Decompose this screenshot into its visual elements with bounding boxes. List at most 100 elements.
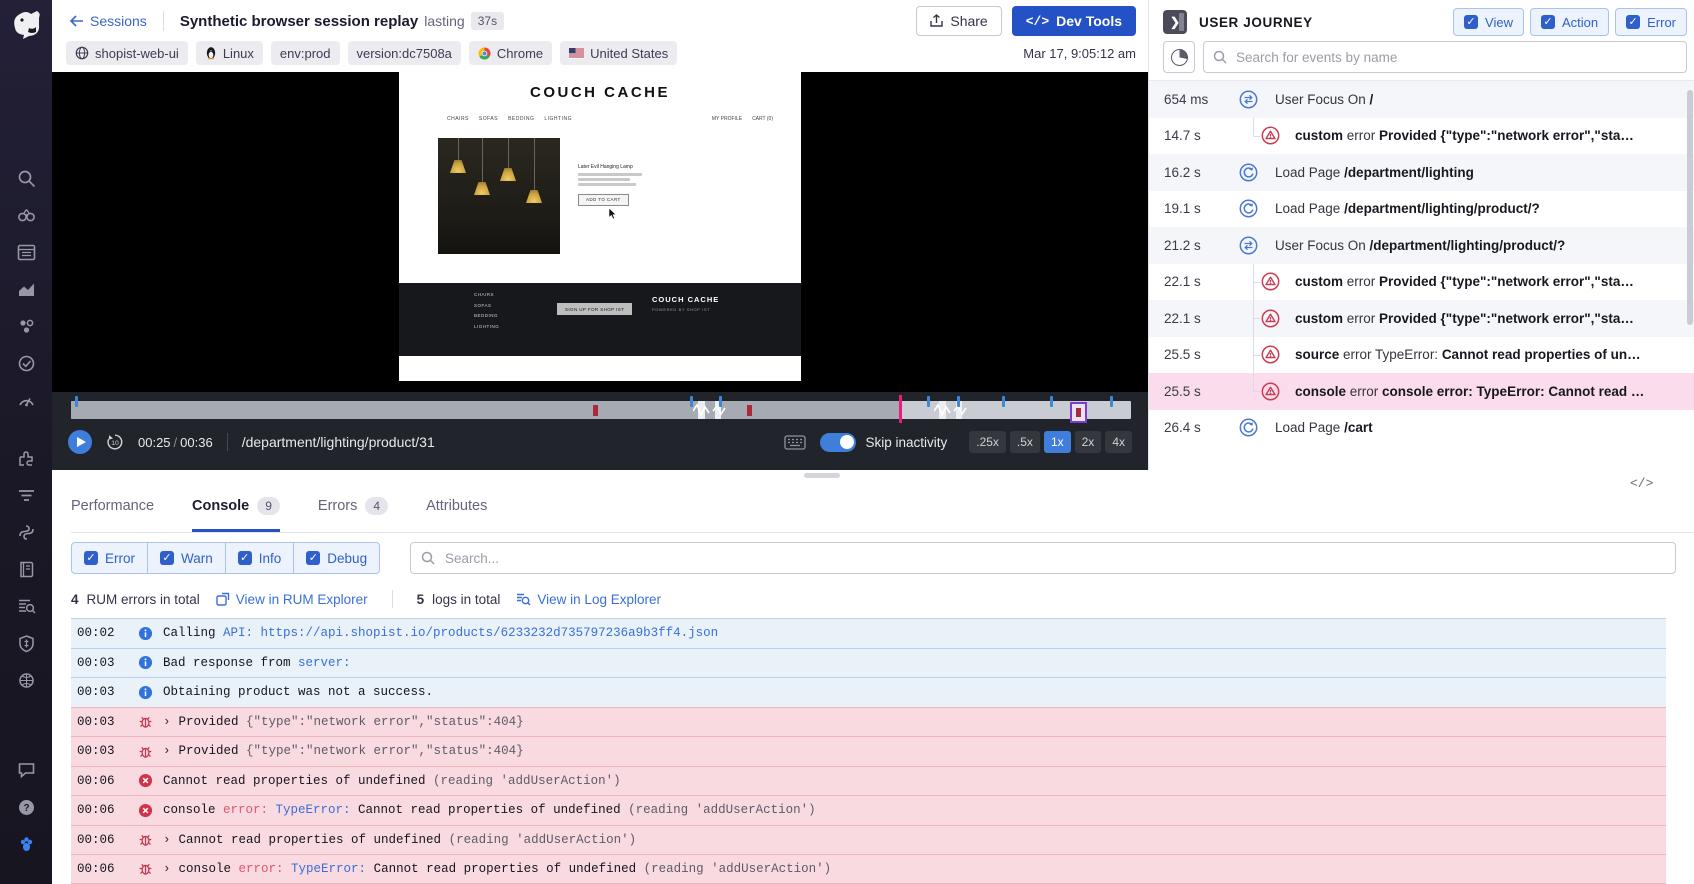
console-log-row[interactable]: 00:03Bad response from server:	[71, 648, 1666, 678]
site-nav-link[interactable]: LIGHTING	[544, 116, 572, 122]
sidebar-item-metrics-icon[interactable]	[8, 271, 44, 307]
timeline-event-tick[interactable]	[75, 396, 78, 407]
journey-search-input[interactable]	[1234, 49, 1677, 66]
timeline-event-tick[interactable]	[690, 396, 693, 407]
sidebar-item-traces-icon[interactable]	[8, 477, 44, 513]
journey-event-row[interactable]: 19.1 sLoad Page /department/lighting/pro…	[1149, 191, 1694, 228]
sidebar-item-bits-ai-icon[interactable]	[8, 826, 44, 862]
sidebar-item-notebooks-icon[interactable]	[8, 551, 44, 587]
expand-caret-icon[interactable]: ›	[163, 715, 171, 729]
footer-signup-button[interactable]: SIGN UP FOR SHOP IST	[557, 303, 632, 315]
log-filter-warn[interactable]: ✓Warn	[148, 543, 226, 573]
site-footer-link[interactable]: CHAIRS	[474, 292, 499, 297]
add-to-cart-button[interactable]: ADD TO CART	[578, 194, 629, 206]
tab-console[interactable]: Console9	[192, 480, 280, 532]
sidebar-item-search-icon[interactable]	[8, 160, 44, 196]
sidebar-item-apm-icon[interactable]	[8, 514, 44, 550]
journey-filter-error[interactable]: ✓Error	[1615, 8, 1687, 36]
sidebar-item-help-icon[interactable]: ?	[8, 789, 44, 825]
site-nav-link[interactable]: BEDDING	[508, 116, 534, 122]
speed-4x-button[interactable]: 4x	[1105, 431, 1132, 453]
journey-event-row[interactable]: 25.5 ssource error TypeError: Cannot rea…	[1149, 337, 1694, 374]
session-tag[interactable]: version:dc7508a	[348, 41, 461, 65]
sidebar-item-dashboards-icon[interactable]	[8, 234, 44, 270]
journey-scrollbar[interactable]	[1687, 90, 1693, 325]
sidebar-item-synthetics-icon[interactable]	[8, 345, 44, 381]
site-nav-link[interactable]: MY PROFILE	[712, 116, 742, 122]
sidebar-item-log-explorer-icon[interactable]	[8, 588, 44, 624]
speed-2x-button[interactable]: 2x	[1075, 431, 1102, 453]
keyboard-shortcuts-icon[interactable]	[784, 434, 806, 450]
speed-25x-button[interactable]: .25x	[969, 431, 1006, 453]
tab-performance[interactable]: Performance	[71, 480, 154, 532]
checkbox-checked-icon[interactable]: ✓	[1541, 15, 1555, 29]
journey-search[interactable]	[1203, 41, 1687, 73]
journey-event-row[interactable]: 654 msUser Focus On /	[1149, 81, 1694, 118]
timeline-playhead[interactable]	[899, 395, 902, 423]
log-filter-debug[interactable]: ✓Debug	[294, 543, 379, 573]
journey-event-row[interactable]: 25.5 sconsole error console error: TypeE…	[1149, 373, 1694, 410]
timeline-selected-error-marker[interactable]	[1070, 402, 1087, 423]
timeline-event-tick[interactable]	[719, 396, 722, 407]
back-to-sessions-link[interactable]: Sessions	[70, 13, 147, 29]
checkbox-checked-icon[interactable]: ✓	[306, 551, 320, 565]
datadog-logo-icon[interactable]	[9, 8, 43, 42]
timeline-error-marker[interactable]	[747, 405, 752, 416]
log-filter-error[interactable]: ✓Error	[72, 543, 148, 573]
checkbox-checked-icon[interactable]: ✓	[1464, 15, 1478, 29]
console-log-row[interactable]: 00:03Obtaining product was not a success…	[71, 677, 1666, 707]
console-log-row[interactable]: 00:06Cannot read properties of undefined…	[71, 766, 1666, 796]
session-tag[interactable]: Chrome	[469, 41, 552, 65]
sidebar-item-integrations-icon[interactable]	[8, 440, 44, 476]
skip-inactivity-toggle[interactable]	[820, 433, 856, 452]
expand-caret-icon[interactable]: ›	[163, 744, 171, 758]
collapse-panel-icon[interactable]: ❯	[1163, 10, 1187, 34]
view-in-rum-explorer-link[interactable]: View in RUM Explorer	[216, 592, 368, 607]
speed-5x-button[interactable]: .5x	[1010, 431, 1040, 453]
journey-event-row[interactable]: 22.1 scustom error Provided {"type":"net…	[1149, 264, 1694, 301]
timeline-error-marker[interactable]	[593, 405, 598, 416]
raw-view-toggle-icon[interactable]: </>	[1630, 476, 1653, 491]
sidebar-item-watchdog-icon[interactable]	[8, 197, 44, 233]
session-tag[interactable]: Linux	[196, 41, 263, 65]
console-log-row[interactable]: 00:03›Provided {"type":"network error","…	[71, 707, 1666, 737]
site-footer-link[interactable]: BEDDING	[474, 313, 499, 318]
speed-1x-button[interactable]: 1x	[1044, 431, 1071, 453]
tab-errors[interactable]: Errors4	[318, 480, 388, 532]
journey-filter-action[interactable]: ✓Action	[1530, 8, 1609, 36]
site-nav-link[interactable]: CHAIRS	[447, 116, 469, 122]
session-tag[interactable]: United States	[560, 41, 677, 65]
timeline-event-tick[interactable]	[957, 396, 960, 407]
sidebar-item-network-icon[interactable]	[8, 662, 44, 698]
session-tag[interactable]: shopist-web-ui	[66, 41, 188, 65]
sidebar-item-service-map-icon[interactable]	[8, 308, 44, 344]
journey-event-row[interactable]: 16.2 sLoad Page /department/lighting	[1149, 154, 1694, 191]
console-search[interactable]	[410, 542, 1676, 574]
sidebar-item-monitors-icon[interactable]	[8, 382, 44, 418]
play-button[interactable]	[68, 430, 92, 454]
expand-caret-icon[interactable]: ›	[163, 833, 171, 847]
journey-filter-pie-button[interactable]	[1163, 41, 1195, 73]
replay-timeline[interactable]	[71, 399, 1131, 419]
checkbox-checked-icon[interactable]: ✓	[84, 551, 98, 565]
checkbox-checked-icon[interactable]: ✓	[238, 551, 252, 565]
checkbox-checked-icon[interactable]: ✓	[1626, 15, 1640, 29]
console-log-row[interactable]: 00:06console error: TypeError: Cannot re…	[71, 795, 1666, 825]
share-button[interactable]: Share	[916, 6, 1001, 36]
tab-attributes[interactable]: Attributes	[426, 480, 487, 532]
journey-event-row[interactable]: 26.4 sLoad Page /cart	[1149, 410, 1694, 447]
console-log-row[interactable]: 00:06›Cannot read properties of undefine…	[71, 825, 1666, 855]
expand-caret-icon[interactable]: ›	[163, 862, 171, 876]
sidebar-item-chat-icon[interactable]	[8, 752, 44, 788]
site-nav-link[interactable]: CART (0)	[752, 116, 773, 122]
timeline-event-tick[interactable]	[1110, 396, 1113, 407]
log-filter-info[interactable]: ✓Info	[226, 543, 295, 573]
session-tag[interactable]: env:prod	[271, 41, 340, 65]
console-log-row[interactable]: 00:02Calling API: https://api.shopist.io…	[71, 618, 1666, 648]
console-log-row[interactable]: 00:03›Provided {"type":"network error","…	[71, 736, 1666, 766]
journey-filter-view[interactable]: ✓View	[1453, 8, 1524, 36]
site-nav-link[interactable]: SOFAS	[479, 116, 498, 122]
journey-event-row[interactable]: 22.1 scustom error Provided {"type":"net…	[1149, 300, 1694, 337]
checkbox-checked-icon[interactable]: ✓	[160, 551, 174, 565]
sidebar-item-security-icon[interactable]	[8, 625, 44, 661]
